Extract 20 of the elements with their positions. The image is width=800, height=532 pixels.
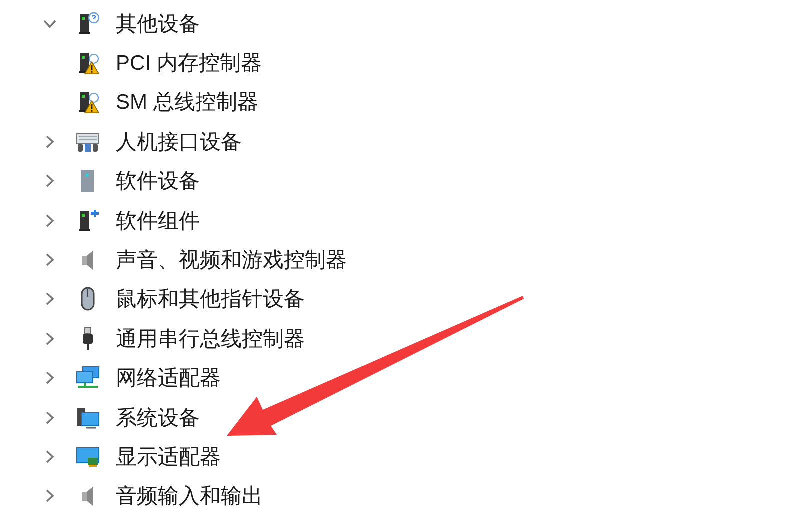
display-adapter-icon [76, 444, 100, 469]
tree-item[interactable]: 音频输入和输出 [116, 482, 263, 510]
tree-item[interactable]: 通用串行总线控制器 [116, 324, 305, 353]
tree-item[interactable]: 鼠标和其他指针设备 [116, 285, 305, 314]
tree-item[interactable]: SM 总线控制器 [116, 88, 258, 116]
tree-item[interactable]: 声音、视频和游戏控制器 [116, 246, 347, 274]
tree-item[interactable]: 网络适配器 [116, 364, 221, 392]
tree-item[interactable]: 系统设备 [116, 404, 200, 432]
tree-item[interactable]: 人机接口设备 [116, 128, 242, 156]
tree-item[interactable]: PCI 内存控制器 [116, 49, 262, 78]
device-warning-icon [76, 51, 100, 76]
network-icon [76, 366, 100, 390]
device-warning-icon [76, 90, 100, 114]
device-question-icon [76, 12, 100, 36]
component-icon [76, 208, 100, 233]
tree-item[interactable]: 显示适配器 [116, 442, 221, 471]
tree-item[interactable]: 软件设备 [116, 167, 200, 196]
tree-item[interactable]: 其他设备 [116, 10, 200, 38]
tree-item[interactable]: 软件组件 [116, 206, 200, 235]
system-device-icon [76, 406, 100, 430]
